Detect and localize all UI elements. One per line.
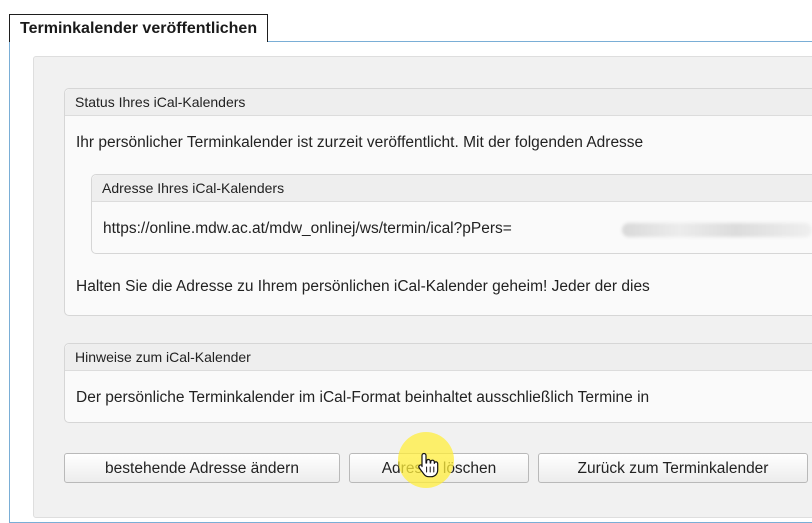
change-address-button[interactable]: bestehende Adresse ändern [64,453,340,483]
address-section-legend: Adresse Ihres iCal-Kalenders [92,175,812,202]
status-section-legend: Status Ihres iCal-Kalenders [65,89,812,116]
back-to-calendar-button[interactable]: Zurück zum Terminkalender [538,453,808,483]
secrecy-warning: Halten Sie die Adresse zu Ihrem persönli… [76,278,650,295]
delete-address-button[interactable]: Adresse löschen [349,453,529,483]
ical-url[interactable]: https://online.mdw.ac.at/mdw_onlinej/ws/… [103,220,512,238]
address-section: Adresse Ihres iCal-Kalenders [91,174,812,254]
redacted-url-part [622,223,812,237]
status-message: Ihr persönlicher Terminkalender ist zurz… [76,134,644,151]
hints-text: Der persönliche Terminkalender im iCal-F… [76,389,650,406]
hints-section: Hinweise zum iCal-Kalender [64,343,812,423]
hints-section-legend: Hinweise zum iCal-Kalender [65,344,812,371]
page-title: Terminkalender veröffentlichen [9,14,269,42]
